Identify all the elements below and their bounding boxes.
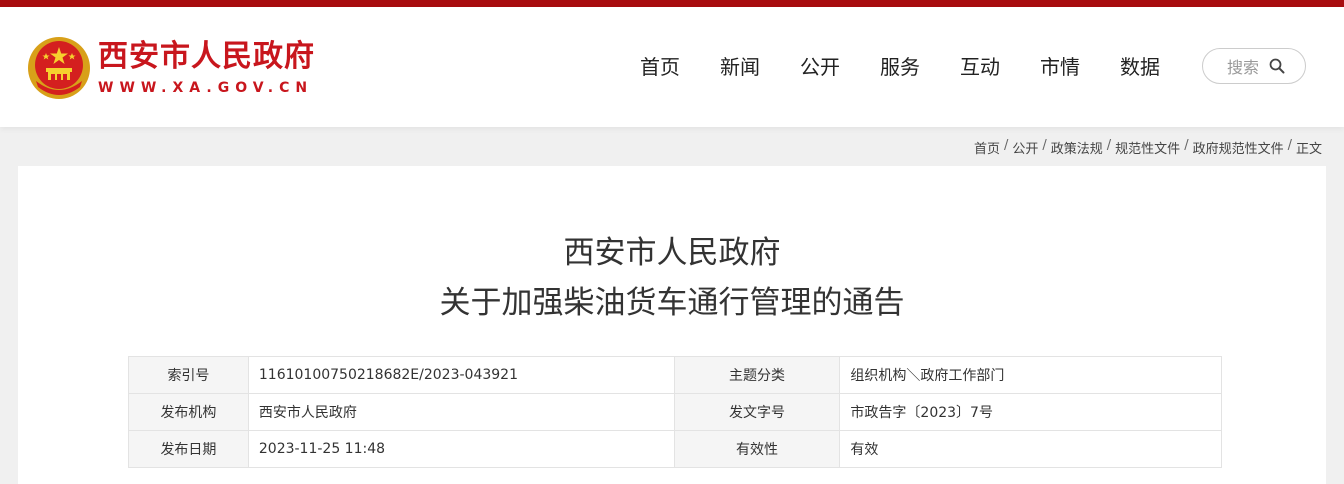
meta-value-issuing-agency: 西安市人民政府 <box>247 393 675 431</box>
document-title-line1: 西安市人民政府 <box>563 235 781 271</box>
meta-key-document-number: 发文字号 <box>673 393 841 431</box>
breadcrumb-item-public[interactable]: 公开 <box>1012 138 1038 157</box>
breadcrumb-separator: / <box>1184 138 1189 153</box>
meta-value-publish-date: 2023-11-25 11:48 <box>247 430 675 468</box>
site-name: 西安市人民政府 <box>98 39 315 74</box>
top-accent-bar <box>0 0 1344 7</box>
meta-key-index-number: 索引号 <box>128 356 249 394</box>
document-title: 西安市人民政府 关于加强柴油货车通行管理的通告 <box>18 228 1326 328</box>
nav-item-home[interactable]: 首页 <box>620 52 700 82</box>
main-nav: 首页 新闻 公开 服务 互动 市情 数据 <box>620 52 1180 82</box>
document-meta-table: 索引号 11610100750218682E/2023-043921 主题分类 … <box>128 356 1222 468</box>
site-logo[interactable]: 西安市人民政府 WWW.XA.GOV.CN <box>26 35 315 101</box>
nav-item-city-info[interactable]: 市情 <box>1020 52 1100 82</box>
meta-key-publish-date: 发布日期 <box>128 430 249 468</box>
site-header: 西安市人民政府 WWW.XA.GOV.CN 首页 新闻 公开 服务 互动 市情 … <box>0 7 1344 127</box>
table-row: 发布机构 西安市人民政府 发文字号 市政告字〔2023〕7号 <box>128 393 1222 431</box>
breadcrumb-separator: / <box>1106 138 1112 153</box>
breadcrumb: 首页 / 公开 / 政策法规 / 规范性文件 / 政府规范性文件 / 正文 <box>974 138 1322 157</box>
meta-key-subject-category: 主题分类 <box>673 356 841 394</box>
breadcrumb-item-normative-docs[interactable]: 规范性文件 <box>1115 138 1180 157</box>
table-row: 索引号 11610100750218682E/2023-043921 主题分类 … <box>128 356 1222 394</box>
meta-value-document-number: 市政告字〔2023〕7号 <box>839 393 1222 431</box>
site-url: WWW.XA.GOV.CN <box>98 80 314 96</box>
meta-key-validity: 有效性 <box>673 430 841 468</box>
meta-value-validity: 有效 <box>839 430 1222 468</box>
nav-item-public[interactable]: 公开 <box>780 52 860 82</box>
breadcrumb-item-home[interactable]: 首页 <box>974 138 1000 157</box>
search-label: 搜索 <box>1227 58 1260 77</box>
meta-value-index-number: 11610100750218682E/2023-043921 <box>247 356 675 394</box>
national-emblem-icon <box>28 37 90 99</box>
nav-item-interaction[interactable]: 互动 <box>940 52 1020 82</box>
breadcrumb-separator: / <box>1003 138 1009 153</box>
article-content: 西安市人民政府 关于加强柴油货车通行管理的通告 索引号 116101007502… <box>18 166 1326 484</box>
breadcrumb-item-policy[interactable]: 政策法规 <box>1051 138 1103 157</box>
meta-value-subject-category: 组织机构＼政府工作部门 <box>839 356 1222 394</box>
meta-key-issuing-agency: 发布机构 <box>128 393 249 431</box>
breadcrumb-separator: / <box>1287 138 1292 153</box>
table-row: 发布日期 2023-11-25 11:48 有效性 有效 <box>128 430 1222 468</box>
nav-item-news[interactable]: 新闻 <box>700 52 780 82</box>
breadcrumb-item-current: 正文 <box>1295 142 1322 157</box>
document-title-line2: 关于加强柴油货车通行管理的通告 <box>439 285 905 321</box>
search-icon[interactable] <box>1269 58 1285 74</box>
search-box[interactable]: 搜索 <box>1202 48 1306 84</box>
nav-item-services[interactable]: 服务 <box>860 52 940 82</box>
breadcrumb-item-gov-normative-docs[interactable]: 政府规范性文件 <box>1193 138 1284 157</box>
nav-item-data[interactable]: 数据 <box>1100 52 1180 82</box>
breadcrumb-separator: / <box>1042 138 1047 153</box>
